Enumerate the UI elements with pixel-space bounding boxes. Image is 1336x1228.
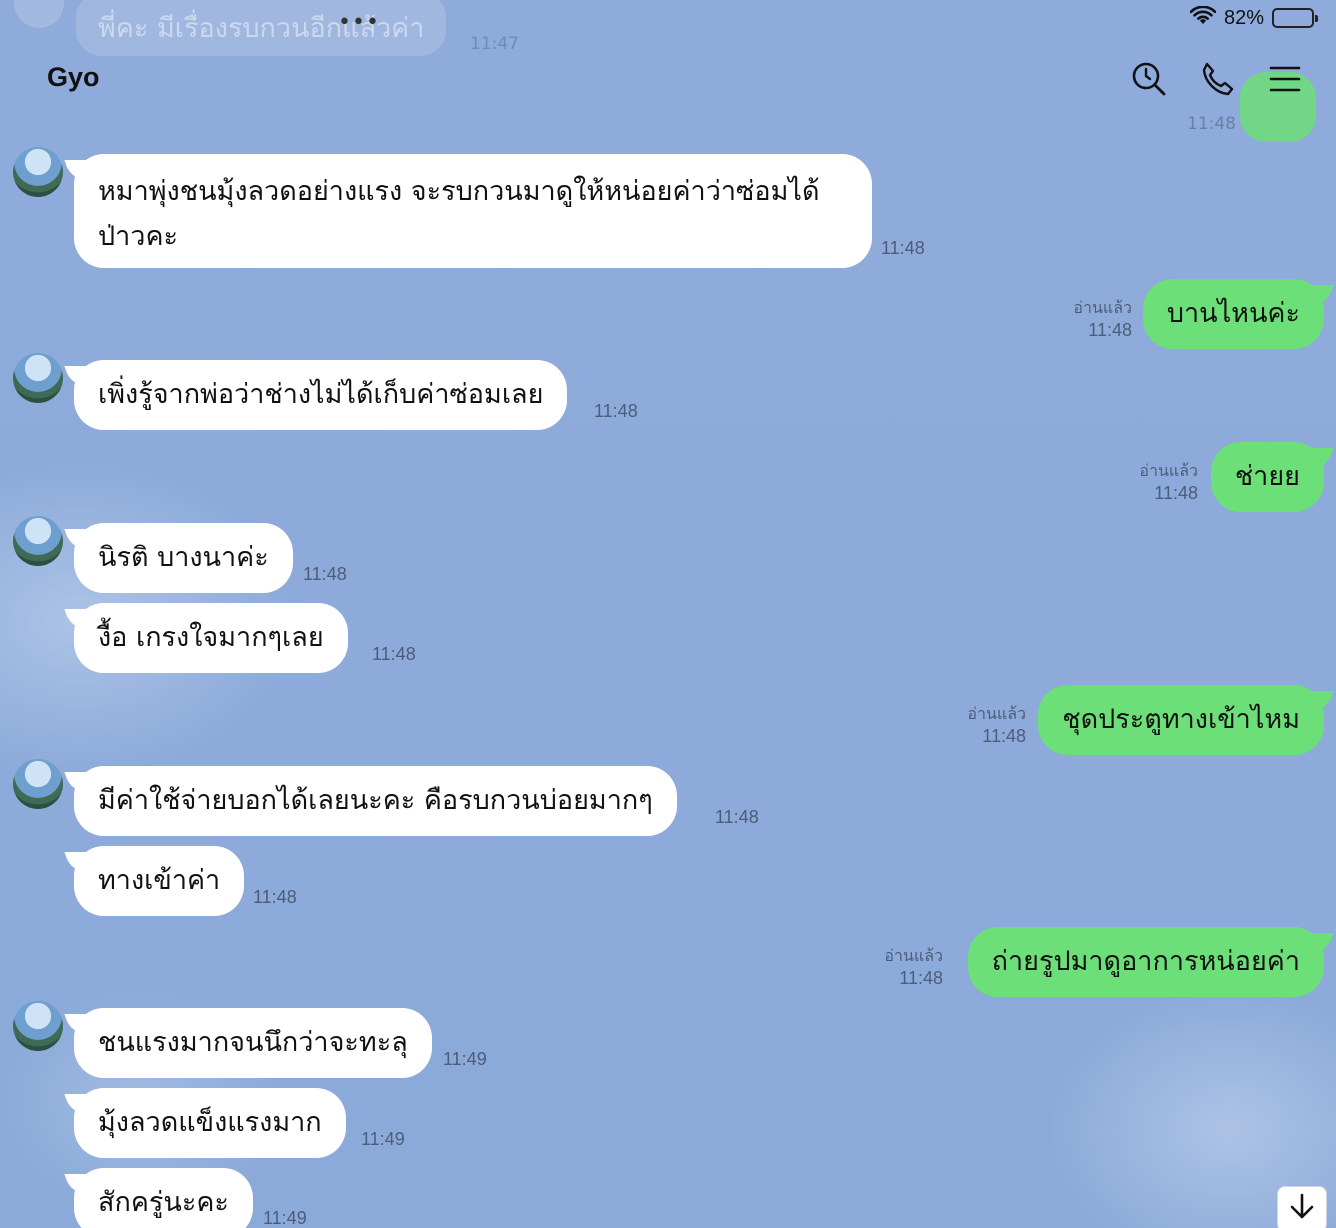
read-receipt: อ่านแล้ว 11:48	[967, 704, 1026, 746]
previous-message-time: 11:47	[470, 34, 519, 54]
contact-avatar[interactable]	[13, 516, 63, 566]
read-receipt: อ่านแล้ว 11:48	[884, 946, 943, 988]
outgoing-message-bubble[interactable]: ชุดประตูทางเข้าไหม	[1038, 685, 1324, 755]
outgoing-message-bubble[interactable]: บานไหนค่ะ	[1142, 279, 1324, 349]
contact-avatar[interactable]	[13, 353, 63, 403]
battery-percentage: 82%	[1223, 6, 1264, 29]
incoming-message-bubble[interactable]: มีค่าใช้จ่ายบอกได้เลยนะคะ คือรบกวนบ่อยมา…	[74, 766, 677, 836]
incoming-message-bubble[interactable]: มุ้งลวดแข็งแรงมาก	[74, 1088, 346, 1158]
incoming-message-bubble[interactable]: ทางเข้าค่า	[74, 846, 245, 916]
phone-icon[interactable]	[1198, 60, 1236, 98]
message-time: 11:48	[303, 564, 347, 584]
battery-icon	[1272, 8, 1318, 28]
scroll-to-bottom-button[interactable]	[1277, 1186, 1327, 1228]
incoming-message-bubble[interactable]: ชนแรงมากจนนึกว่าจะทะลุ	[74, 1008, 432, 1078]
incoming-message-bubble[interactable]: นิรติ บางนาค่ะ	[74, 523, 293, 593]
chat-title: Gyo	[47, 62, 100, 92]
multitasking-dots-icon[interactable]: •••	[338, 10, 380, 35]
message-time: 11:48	[881, 238, 925, 258]
message-time: 11:48	[715, 807, 759, 827]
message-time: 11:49	[443, 1049, 487, 1069]
read-receipt: อ่านแล้ว 11:48	[1073, 298, 1132, 340]
previous-outgoing-time: 11:48	[1187, 114, 1236, 134]
arrow-down-icon	[1288, 1192, 1316, 1226]
message-time: 11:49	[263, 1208, 307, 1228]
contact-avatar[interactable]	[13, 759, 63, 809]
read-receipt: อ่านแล้ว 11:48	[1139, 461, 1198, 503]
status-bar: 82%	[1189, 5, 1318, 30]
outgoing-message-bubble[interactable]: ช่ายย	[1210, 442, 1324, 512]
wifi-icon	[1189, 5, 1217, 30]
menu-icon[interactable]	[1266, 60, 1304, 98]
message-time: 11:48	[372, 644, 416, 664]
incoming-message-bubble[interactable]: งื้อ เกรงใจมากๆเลย	[74, 603, 348, 673]
contact-avatar[interactable]	[13, 147, 63, 197]
message-time: 11:48	[594, 401, 638, 421]
incoming-message-bubble[interactable]: หมาพุ่งชนมุ้งลวดอย่างแรง จะรบกวนมาดูให้ห…	[74, 154, 872, 268]
message-time: 11:49	[361, 1129, 405, 1149]
contact-avatar[interactable]	[13, 1001, 63, 1051]
incoming-message-bubble[interactable]: สักครู่นะคะ	[74, 1168, 253, 1228]
incoming-message-bubble[interactable]: เพิ่งรู้จากพ่อว่าช่างไม่ได้เก็บค่าซ่อมเล…	[74, 360, 568, 430]
search-icon[interactable]	[1130, 60, 1168, 98]
outgoing-message-bubble[interactable]: ถ่ายรูปมาดูอาการหน่อยค่า	[967, 927, 1324, 997]
message-time: 11:48	[253, 887, 297, 907]
previous-message-bubble: พี่คะ มีเรื่องรบกวนอีกแล้วค่า	[76, 0, 447, 56]
